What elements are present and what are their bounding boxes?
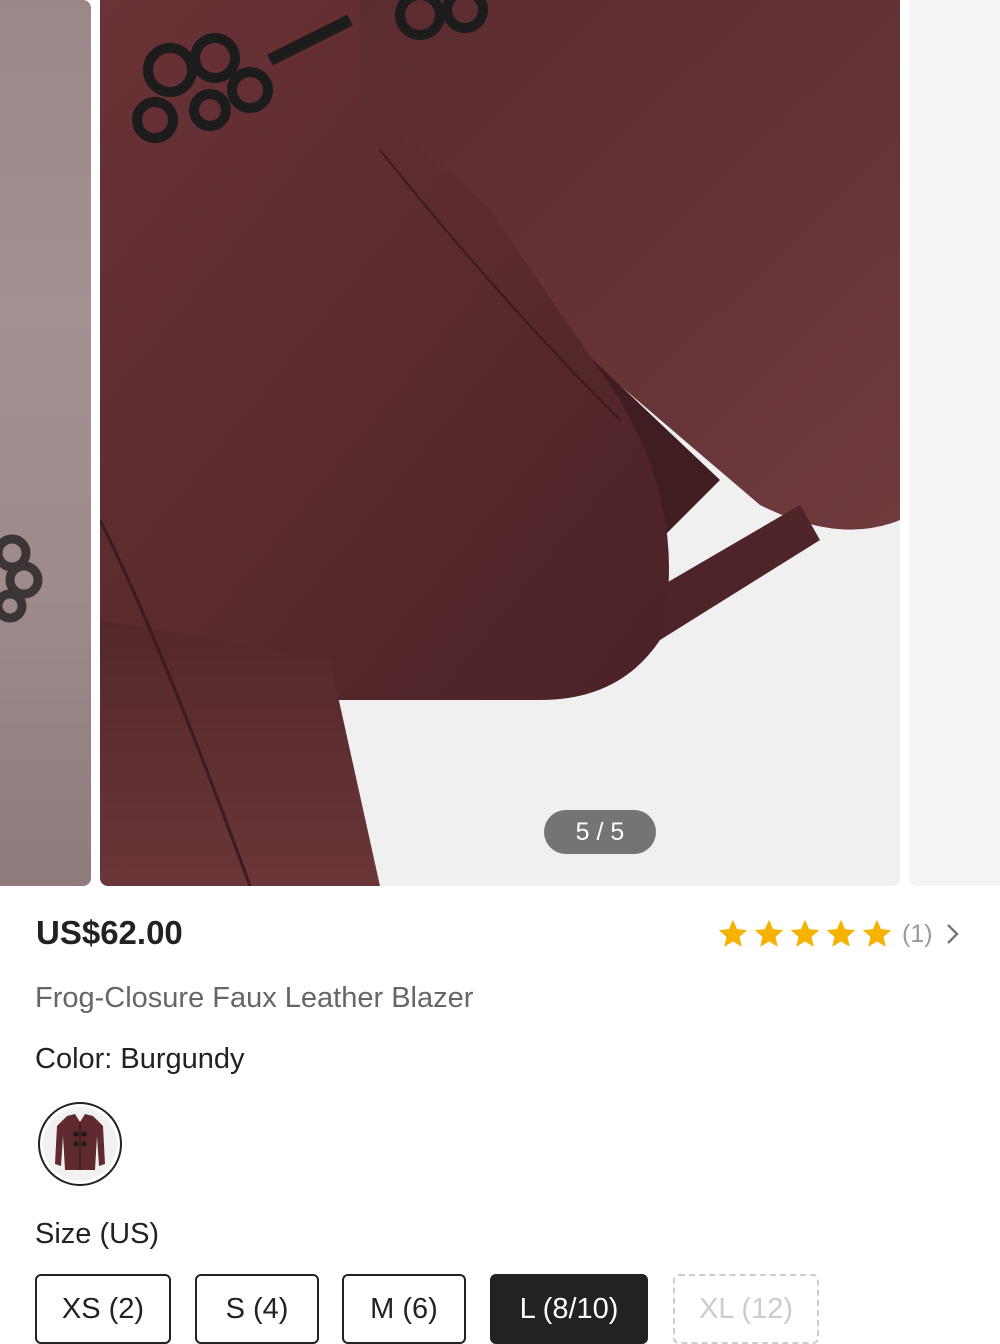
product-price: US$62.00 [36,914,183,951]
star-icon [790,919,820,947]
color-label: Color: Burgundy [35,1043,245,1075]
product-image-gallery[interactable]: 5 / 5 [0,0,1000,886]
star-icon [754,919,784,947]
review-count: (1) [902,919,933,948]
size-option-xs[interactable]: XS (2) [35,1274,171,1344]
star-icon [862,919,892,947]
size-option-xl-unavailable[interactable]: XL (12) [673,1274,819,1344]
frog-knot-image [0,534,43,623]
star-icon [826,919,856,947]
size-option-m[interactable]: M (6) [342,1274,466,1344]
blazer-closeup-image [100,0,900,886]
size-label: Size (US) [35,1218,160,1250]
star-icon [718,919,748,947]
previous-slide-image[interactable] [0,0,91,886]
rating-stars [716,917,894,951]
color-swatch-burgundy[interactable] [38,1102,122,1186]
product-title: Frog-Closure Faux Leather Blazer [35,982,474,1014]
product-rating[interactable]: (1) [716,914,963,954]
swatch-thumbnail [43,1107,117,1181]
size-option-s[interactable]: S (4) [195,1274,319,1344]
current-slide-image[interactable]: 5 / 5 [100,0,900,886]
chevron-right-icon[interactable] [943,921,963,947]
size-option-l-selected[interactable]: L (8/10) [490,1274,648,1344]
image-counter: 5 / 5 [544,810,656,854]
next-slide-image[interactable] [909,0,1000,886]
jacket-thumbnail-image [55,1114,105,1170]
